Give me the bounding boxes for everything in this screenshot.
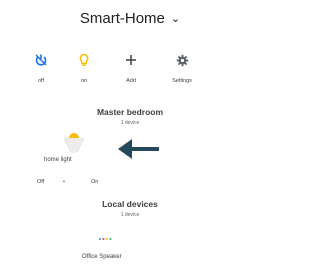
off-label: off <box>37 78 44 84</box>
room-device-count: 1 device <box>120 120 140 126</box>
add-label: Add <box>126 78 136 84</box>
off-button[interactable]: off <box>21 50 61 84</box>
app-title[interactable]: Smart-Home ⌄ <box>0 10 260 27</box>
gear-icon <box>162 50 202 70</box>
arrow-left-icon <box>118 138 160 160</box>
room-device-count: 1 device <box>120 212 140 218</box>
on-label: on <box>80 78 88 84</box>
device-label: home light <box>44 157 72 163</box>
device-tile-home-light[interactable] <box>61 127 87 155</box>
room-title: Local devices <box>102 199 158 209</box>
device-label: Office Speaker <box>82 254 122 260</box>
room-title: Master bedroom <box>96 107 164 117</box>
device-on-button[interactable]: On <box>91 179 98 185</box>
on-button[interactable]: on <box>64 50 104 84</box>
plus-icon <box>111 50 151 70</box>
settings-label: Settings <box>172 78 192 84</box>
controls-separator: • <box>63 179 65 185</box>
device-tile-office-speaker[interactable] <box>98 232 112 246</box>
app-title-text: Smart-Home <box>79 10 165 27</box>
lightbulb-icon <box>64 50 104 70</box>
settings-button[interactable]: Settings <box>162 50 202 84</box>
speaker-dots-icon <box>99 238 112 240</box>
power-off-icon <box>21 50 61 70</box>
device-off-button[interactable]: Off <box>37 179 44 185</box>
bulb-device-icon <box>63 133 85 153</box>
chevron-down-icon[interactable]: ⌄ <box>171 13 180 25</box>
add-button[interactable]: Add <box>111 50 151 84</box>
